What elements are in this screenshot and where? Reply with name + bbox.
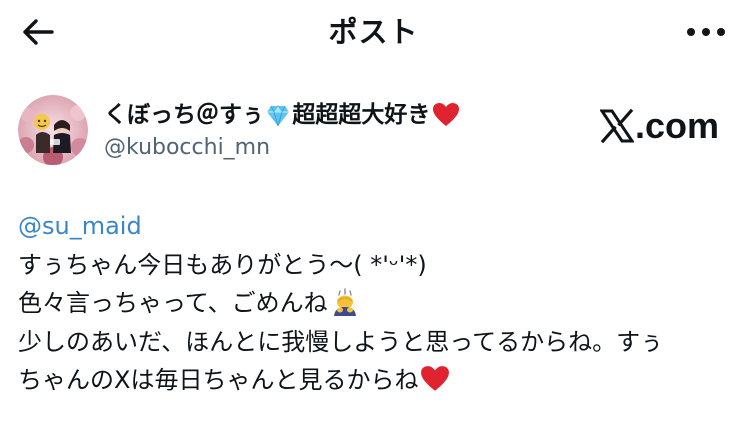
top-bar: ポスト bbox=[0, 0, 747, 64]
display-name-text: くぼっち＠すぅ bbox=[104, 102, 265, 128]
tweet-line: @su_maid bbox=[18, 207, 738, 246]
more-options-button[interactable] bbox=[683, 14, 729, 50]
avatar-photo bbox=[18, 95, 88, 165]
tweet-line-text: 少しのあいだ、ほんとに我慢しようと思ってるからね。すぅ bbox=[18, 327, 664, 356]
page-title: ポスト bbox=[328, 15, 419, 49]
tweet-line-text: 色々言っちゃって、ごめんね bbox=[18, 289, 328, 317]
bowing-person-icon bbox=[330, 288, 360, 318]
user-handle[interactable]: @kubocchi_mn bbox=[104, 133, 270, 163]
tweet-line: 少しのあいだ、ほんとに我慢しようと思ってるからね。すぅ bbox=[18, 323, 738, 362]
tweet-text: @su_maid すぅちゃん今日もありがとう〜( *'ᵕ'*) 色々言っちゃって… bbox=[18, 207, 738, 400]
tweet-line-text: ちゃんのXは毎日ちゃんと見るからね bbox=[18, 366, 419, 394]
mention-link[interactable]: @su_maid bbox=[18, 207, 142, 246]
avatar[interactable] bbox=[18, 95, 88, 165]
tweet-line: 色々言っちゃって、ごめんね bbox=[18, 284, 738, 323]
x-brand-mark: .com bbox=[599, 104, 719, 148]
tweet-line: すぅちゃん今日もありがとう〜( *'ᵕ'*) bbox=[18, 246, 738, 285]
brand-domain: .com bbox=[634, 105, 719, 146]
red-heart-icon bbox=[420, 365, 450, 395]
post-author: くぼっち＠すぅ 超超超大好き @kubocchi_mn bbox=[18, 95, 578, 165]
tweet-line: ちゃんのXは毎日ちゃんと見るからね bbox=[18, 361, 738, 400]
red-heart-icon bbox=[432, 102, 460, 128]
more-horizontal-icon bbox=[687, 28, 725, 36]
display-name[interactable]: くぼっち＠すぅ 超超超大好き bbox=[104, 99, 460, 131]
display-name-suffix: 超超超大好き bbox=[292, 102, 431, 128]
x-logo-icon bbox=[599, 109, 634, 143]
gem-icon bbox=[266, 104, 290, 127]
tweet-line-text: すぅちゃん今日もありがとう〜( *'ᵕ'*) bbox=[18, 250, 427, 279]
